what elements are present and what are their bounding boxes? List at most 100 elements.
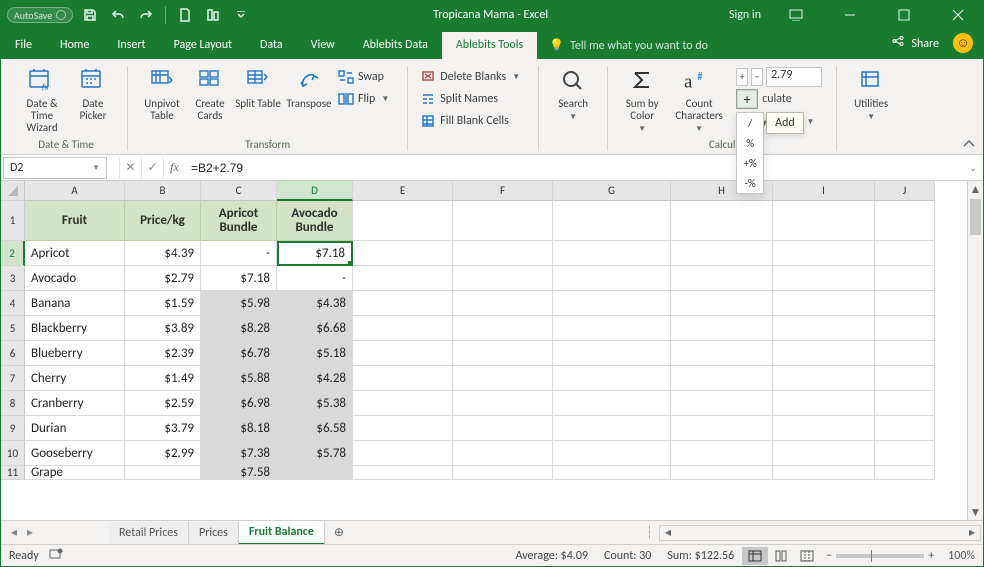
cell[interactable] [553, 416, 671, 441]
tab-page-layout[interactable]: Page Layout [160, 32, 246, 59]
tab-data[interactable]: Data [246, 32, 297, 59]
cell[interactable] [353, 341, 453, 366]
colhead-I[interactable]: I [773, 181, 875, 201]
cell[interactable]: $6.98 [201, 391, 277, 416]
cell[interactable] [353, 291, 453, 316]
touch-mode-icon[interactable] [202, 3, 224, 27]
rownum-8[interactable]: 8 [1, 391, 25, 416]
flip-button[interactable]: Flip▼ [336, 88, 391, 110]
colhead-G[interactable]: G [553, 181, 671, 201]
hdr-price[interactable]: Price/kg [125, 201, 201, 241]
cell[interactable] [453, 241, 553, 266]
scroll-right-icon[interactable]: ▸ [964, 525, 980, 540]
cell[interactable] [875, 291, 935, 316]
cancel-formula-icon[interactable]: ✕ [119, 157, 141, 179]
zoom-control[interactable]: − + 100% [826, 549, 975, 563]
hdr-avocado[interactable]: Avocado Bundle [277, 201, 353, 241]
colhead-F[interactable]: F [453, 181, 553, 201]
cell[interactable] [875, 316, 935, 341]
new-file-icon[interactable] [174, 3, 196, 27]
cell[interactable] [671, 291, 773, 316]
ribbon-display-icon[interactable] [777, 1, 815, 29]
cell[interactable] [553, 291, 671, 316]
cell[interactable] [553, 266, 671, 291]
add-button[interactable]: + [736, 89, 758, 109]
macro-record-icon[interactable] [49, 548, 63, 564]
view-page-layout-icon[interactable] [768, 547, 794, 565]
cell[interactable] [773, 466, 875, 480]
cell[interactable] [671, 241, 773, 266]
cell[interactable] [553, 241, 671, 266]
zoom-slider[interactable] [836, 554, 924, 558]
cell[interactable] [353, 266, 453, 291]
rownum-3[interactable]: 3 [1, 266, 25, 291]
unpivot-button[interactable]: Unpivot Table [138, 64, 186, 122]
cell[interactable]: $6.68 [277, 316, 353, 341]
cell[interactable] [353, 441, 453, 466]
grid[interactable]: ABCDEFGHIJ 1 Fruit Price/kg Apricot Bund… [1, 181, 967, 520]
cell[interactable]: Apricot [25, 241, 125, 266]
sheet-add-button[interactable]: ⊕ [325, 525, 353, 540]
date-time-wizard-button[interactable]: fx Date & Time Wizard [15, 64, 69, 134]
cell[interactable]: $7.38 [201, 441, 277, 466]
cell[interactable] [875, 241, 935, 266]
op-percent[interactable]: % [737, 133, 763, 153]
smiley-icon[interactable]: ☺ [953, 33, 973, 53]
cell[interactable] [453, 316, 553, 341]
cell[interactable]: $7.18 [277, 241, 353, 266]
minimize-button[interactable] [831, 1, 869, 29]
cell[interactable] [353, 366, 453, 391]
tab-file[interactable]: File [1, 32, 46, 59]
cell[interactable] [671, 466, 773, 480]
date-picker-button[interactable]: Date Picker [69, 64, 117, 122]
cell[interactable] [773, 266, 875, 291]
scroll-down-icon[interactable]: ▼ [968, 504, 983, 520]
cell[interactable]: $4.38 [277, 291, 353, 316]
cell[interactable] [553, 441, 671, 466]
cell[interactable]: $1.49 [125, 366, 201, 391]
cell[interactable] [875, 466, 935, 480]
cell[interactable] [671, 391, 773, 416]
fx-icon[interactable]: fx [163, 157, 185, 179]
cell[interactable] [671, 341, 773, 366]
op-minus-button[interactable]: − [751, 68, 763, 86]
cell[interactable] [353, 316, 453, 341]
cell[interactable] [773, 441, 875, 466]
enter-formula-icon[interactable]: ✓ [141, 157, 163, 179]
name-box[interactable]: D2▼ [3, 157, 107, 179]
scroll-thumb[interactable] [970, 199, 981, 235]
close-button[interactable] [939, 1, 977, 29]
cell[interactable]: $2.39 [125, 341, 201, 366]
cell[interactable] [671, 416, 773, 441]
tab-ablebits-data[interactable]: Ablebits Data [349, 32, 442, 59]
swap-button[interactable]: Swap [336, 66, 391, 88]
cell[interactable] [353, 466, 453, 480]
cell[interactable] [553, 391, 671, 416]
cell[interactable]: $8.28 [201, 316, 277, 341]
cell[interactable]: Durian [25, 416, 125, 441]
split-table-button[interactable]: Split Table [234, 64, 282, 110]
formula-input[interactable] [185, 157, 963, 179]
hdr-apricot[interactable]: Apricot Bundle [201, 201, 277, 241]
cell[interactable] [553, 341, 671, 366]
cell[interactable] [671, 316, 773, 341]
cell[interactable]: Banana [25, 291, 125, 316]
cell[interactable] [453, 416, 553, 441]
cell[interactable]: $1.59 [125, 291, 201, 316]
split-names-button[interactable]: Split Names [418, 88, 522, 110]
vertical-scrollbar[interactable]: ▲ ▼ [967, 181, 983, 520]
rownum-5[interactable]: 5 [1, 316, 25, 341]
sheet-tab-0[interactable]: Retail Prices [109, 522, 189, 544]
save-icon[interactable] [79, 3, 101, 27]
cell[interactable]: Avocado [25, 266, 125, 291]
undo-icon[interactable] [107, 3, 129, 27]
op-pluspercent[interactable]: +% [737, 153, 763, 173]
cell[interactable]: $6.78 [201, 341, 277, 366]
tab-view[interactable]: View [297, 32, 349, 59]
sheet-prev-icon[interactable]: ▸ [23, 525, 37, 540]
cell[interactable] [875, 416, 935, 441]
cell[interactable] [773, 241, 875, 266]
cell[interactable] [353, 391, 453, 416]
collapse-ribbon-icon[interactable] [959, 136, 979, 152]
scroll-left-icon[interactable]: ◂ [660, 525, 676, 540]
